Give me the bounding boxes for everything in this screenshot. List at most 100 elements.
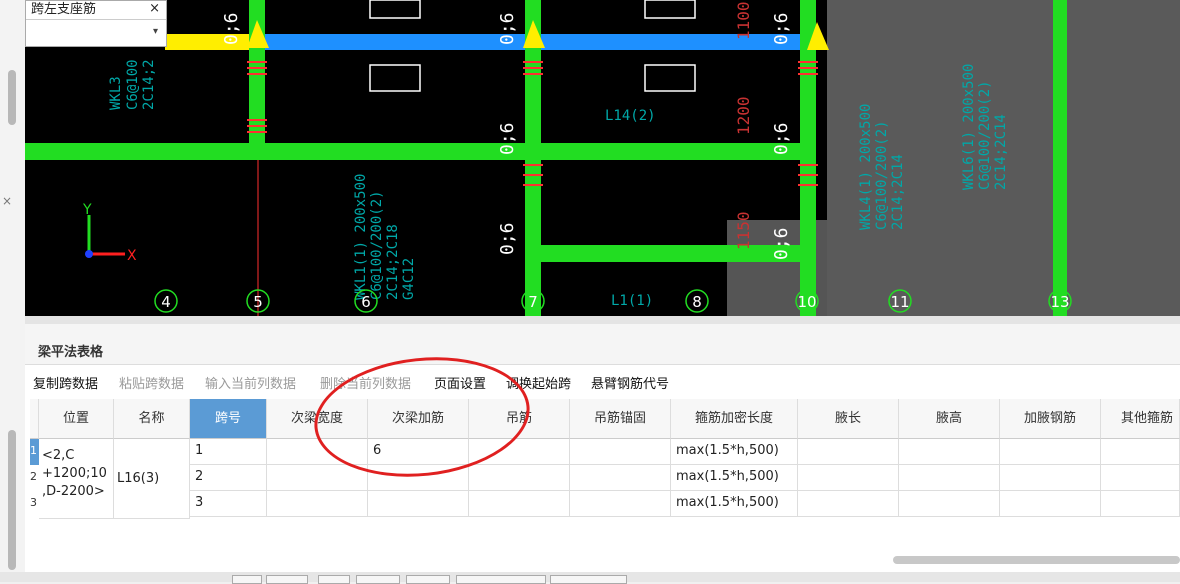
chevron-down-icon[interactable]: ▾ bbox=[153, 26, 158, 37]
cell-secondary-rebar[interactable] bbox=[368, 465, 469, 491]
cell-stirrup-length[interactable]: max(1.5*h,500) bbox=[671, 439, 798, 465]
svg-text:2C14;2C18: 2C14;2C18 bbox=[385, 224, 401, 300]
cad-vertical-dims: 1100 1200 1150 bbox=[734, 1, 753, 250]
col-header-other-stirrup[interactable]: 其他箍筋 bbox=[1101, 399, 1180, 439]
cell-secondary-rebar[interactable]: 6 bbox=[368, 439, 469, 465]
status-button[interactable] bbox=[318, 575, 350, 584]
input-column-data-button[interactable]: 输入当前列数据 bbox=[205, 373, 296, 392]
cell-hanger-anchor[interactable] bbox=[570, 439, 671, 465]
cell-haunch-height[interactable] bbox=[899, 491, 1000, 517]
cell-secondary-width[interactable] bbox=[267, 439, 368, 465]
beam-table-panel: 梁平法表格 复制跨数据 粘贴跨数据 输入当前列数据 删除当前列数据 页面设置 调… bbox=[25, 324, 1180, 582]
copy-span-data-button[interactable]: 复制跨数据 bbox=[33, 373, 98, 392]
cell-haunch-rebar[interactable] bbox=[1000, 439, 1101, 465]
col-header-span[interactable]: 跨号 bbox=[190, 399, 267, 439]
svg-text:C6@100/200(2): C6@100/200(2) bbox=[874, 120, 890, 230]
svg-text:5: 5 bbox=[253, 293, 263, 311]
cell-hanger-anchor[interactable] bbox=[570, 465, 671, 491]
cell-haunch-height[interactable] bbox=[899, 439, 1000, 465]
position-line: ,D-2200> bbox=[42, 484, 105, 499]
svg-text:1200: 1200 bbox=[734, 96, 753, 135]
paste-span-data-button[interactable]: 粘贴跨数据 bbox=[119, 373, 184, 392]
row-number[interactable]: 3 bbox=[30, 491, 39, 517]
svg-text:0;6: 0;6 bbox=[497, 222, 518, 255]
cell-other-stirrup[interactable] bbox=[1101, 491, 1180, 517]
svg-text:G4C12: G4C12 bbox=[401, 258, 417, 300]
dropdown-title: 跨左支座筋 bbox=[26, 1, 166, 20]
panel-header: 梁平法表格 bbox=[25, 324, 1180, 365]
cell-other-stirrup[interactable] bbox=[1101, 439, 1180, 465]
svg-text:1100: 1100 bbox=[734, 1, 753, 40]
col-header-position[interactable]: 位置 bbox=[39, 399, 114, 439]
y-axis-label: Y bbox=[82, 202, 92, 218]
col-header-hanger-anchor[interactable]: 吊筋锚固 bbox=[570, 399, 671, 439]
col-header-name[interactable]: 名称 bbox=[114, 399, 190, 439]
cell-position[interactable]: <2,C +1200;10 ,D-2200> bbox=[39, 439, 114, 519]
svg-text:C6@100/200(2): C6@100/200(2) bbox=[977, 80, 993, 190]
cell-secondary-rebar[interactable] bbox=[368, 491, 469, 517]
cell-secondary-width[interactable] bbox=[267, 465, 368, 491]
table-toolbar: 复制跨数据 粘贴跨数据 输入当前列数据 删除当前列数据 页面设置 调换起始跨 悬… bbox=[25, 369, 1180, 395]
dropdown-select[interactable]: ▾ bbox=[26, 21, 164, 45]
svg-text:0;6: 0;6 bbox=[771, 122, 792, 155]
swap-start-span-button[interactable]: 调换起始跨 bbox=[506, 373, 571, 392]
page-setup-button[interactable]: 页面设置 bbox=[434, 373, 486, 392]
row-number[interactable]: 2 bbox=[30, 465, 39, 491]
panel-title: 梁平法表格 bbox=[38, 345, 104, 360]
table-horizontal-scrollbar[interactable] bbox=[893, 556, 1180, 564]
cell-haunch-rebar[interactable] bbox=[1000, 465, 1101, 491]
cell-haunch-rebar[interactable] bbox=[1000, 491, 1101, 517]
svg-text:0;6: 0;6 bbox=[221, 12, 242, 45]
support-rebar-dropdown[interactable]: 跨左支座筋 × ▾ bbox=[25, 0, 167, 47]
status-button[interactable] bbox=[406, 575, 450, 584]
svg-text:WKL6(1) 200x500: WKL6(1) 200x500 bbox=[961, 64, 977, 190]
status-button[interactable] bbox=[550, 575, 627, 584]
cell-span[interactable]: 1 bbox=[190, 439, 267, 465]
left-scrollbar-upper[interactable] bbox=[8, 70, 16, 125]
cell-haunch-length[interactable] bbox=[798, 491, 899, 517]
svg-text:0;6: 0;6 bbox=[771, 12, 792, 45]
cell-hanger[interactable] bbox=[469, 465, 570, 491]
cad-drawing-canvas[interactable]: WKL3 C6@100 2C14;2 L14(2) L1(1) WKL1(1) … bbox=[25, 0, 1180, 316]
left-scrollbar-lower[interactable] bbox=[8, 430, 16, 570]
col-header-haunch-height[interactable]: 腋高 bbox=[899, 399, 1000, 439]
row-header-corner bbox=[30, 399, 39, 439]
cell-haunch-length[interactable] bbox=[798, 465, 899, 491]
cell-hanger-anchor[interactable] bbox=[570, 491, 671, 517]
dropdown-close-icon[interactable]: × bbox=[149, 1, 160, 16]
bottom-status-bar bbox=[0, 572, 1180, 584]
svg-text:WKL4(1) 200x500: WKL4(1) 200x500 bbox=[858, 104, 874, 230]
delete-column-data-button[interactable]: 删除当前列数据 bbox=[320, 373, 411, 392]
status-button[interactable] bbox=[266, 575, 308, 584]
svg-text:0;6: 0;6 bbox=[771, 227, 792, 260]
col-header-haunch-length[interactable]: 腋长 bbox=[798, 399, 899, 439]
svg-text:7: 7 bbox=[528, 293, 538, 311]
cell-name[interactable]: L16(3) bbox=[114, 439, 190, 519]
col-header-haunch-rebar[interactable]: 加腋钢筋 bbox=[1000, 399, 1101, 439]
cell-hanger[interactable] bbox=[469, 491, 570, 517]
status-button[interactable] bbox=[356, 575, 400, 584]
cell-span[interactable]: 2 bbox=[190, 465, 267, 491]
cell-other-stirrup[interactable] bbox=[1101, 465, 1180, 491]
cell-stirrup-length[interactable]: max(1.5*h,500) bbox=[671, 491, 798, 517]
cantilever-rebar-code-button[interactable]: 悬臂钢筋代号 bbox=[591, 373, 669, 392]
panel-close-icon[interactable]: × bbox=[2, 194, 12, 208]
col-header-secondary-rebar[interactable]: 次梁加筋 bbox=[368, 399, 469, 439]
cell-secondary-width[interactable] bbox=[267, 491, 368, 517]
cell-stirrup-length[interactable]: max(1.5*h,500) bbox=[671, 465, 798, 491]
panel-splitter[interactable] bbox=[25, 316, 1180, 324]
svg-text:1150: 1150 bbox=[734, 211, 753, 250]
col-header-stirrup-length[interactable]: 箍筋加密长度 bbox=[671, 399, 798, 439]
col-header-secondary-width[interactable]: 次梁宽度 bbox=[267, 399, 368, 439]
status-button[interactable] bbox=[456, 575, 546, 584]
status-button[interactable] bbox=[232, 575, 262, 584]
cell-span[interactable]: 3 bbox=[190, 491, 267, 517]
col-header-hanger[interactable]: 吊筋 bbox=[469, 399, 570, 439]
cell-haunch-length[interactable] bbox=[798, 439, 899, 465]
cell-haunch-height[interactable] bbox=[899, 465, 1000, 491]
svg-text:0;6: 0;6 bbox=[497, 122, 518, 155]
row-number[interactable]: 1 bbox=[30, 439, 39, 465]
cell-hanger[interactable] bbox=[469, 439, 570, 465]
beam-horizontal-middle bbox=[25, 143, 815, 160]
cad-text-labels: WKL3 C6@100 2C14;2 L14(2) L1(1) WKL1(1) … bbox=[108, 59, 1009, 309]
